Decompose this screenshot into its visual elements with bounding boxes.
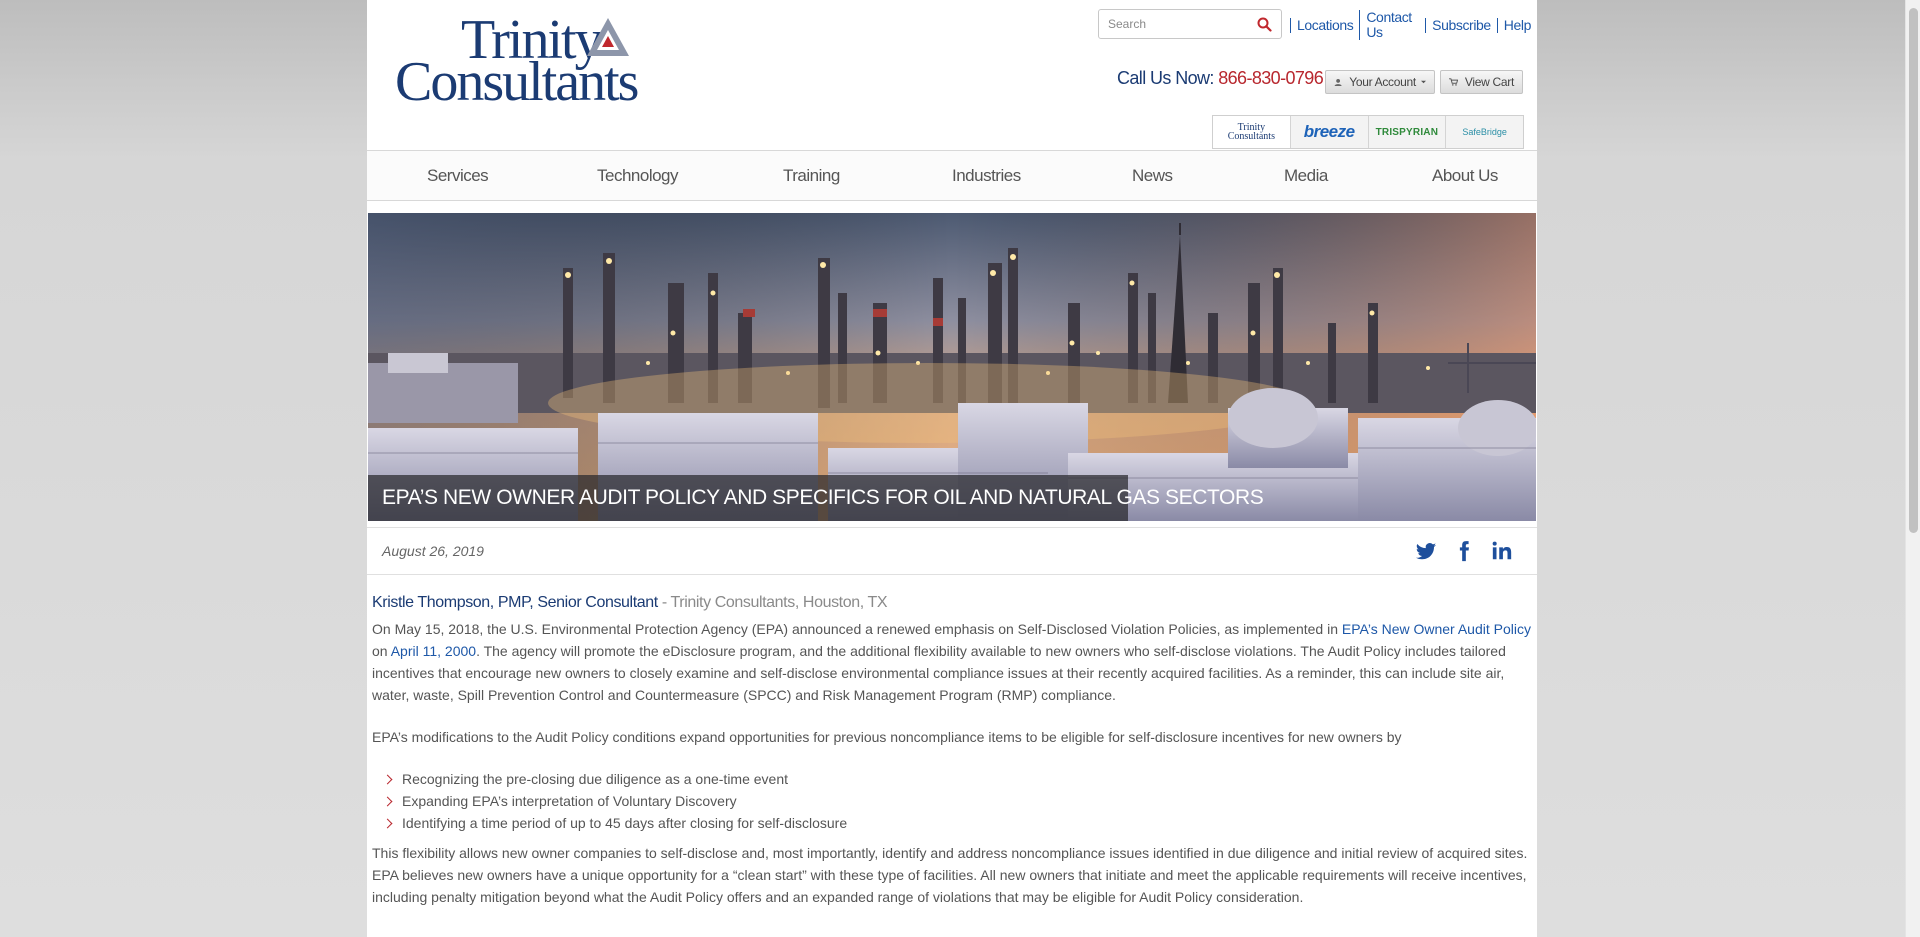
contact-us-link[interactable]: Contact Us: [1359, 10, 1425, 40]
page-container: Trinity Consultants Locations Contact Us…: [367, 0, 1537, 937]
search-box: [1098, 9, 1282, 39]
paragraph-2: EPA’s modifications to the Audit Policy …: [372, 729, 1402, 745]
april-11-2000-link[interactable]: April 11, 2000: [391, 643, 476, 659]
help-link[interactable]: Help: [1496, 17, 1537, 33]
nav-media[interactable]: Media: [1284, 166, 1328, 186]
your-account-label: Your Account: [1349, 75, 1416, 89]
cart-icon: [1449, 78, 1458, 86]
paragraph-1: On May 15, 2018, the U.S. Environmental …: [372, 618, 1532, 706]
brand-trinity-logo: Trinity Consultants: [1227, 122, 1275, 142]
brand-trispyrian-logo: TRISPYRIAN: [1375, 126, 1439, 138]
brand-trinity[interactable]: Trinity Consultants: [1213, 116, 1291, 148]
nav-training[interactable]: Training: [783, 166, 840, 186]
user-icon: [1334, 78, 1342, 86]
list-item: Recognizing the pre-closing due diligenc…: [372, 768, 1532, 790]
brand-switcher: Trinity Consultants breeze TRISPYRIAN Saf…: [1212, 115, 1524, 149]
nav-about-us[interactable]: About Us: [1432, 166, 1498, 186]
nav-industries[interactable]: Industries: [952, 166, 1021, 186]
view-cart-label: View Cart: [1464, 75, 1514, 89]
brand-trispyrian[interactable]: TRISPYRIAN: [1369, 116, 1447, 148]
view-cart-button[interactable]: View Cart: [1440, 70, 1523, 94]
bullet-list: Recognizing the pre-closing due diligenc…: [372, 768, 1532, 834]
brand-safebridge-logo: SafeBridge: [1462, 127, 1507, 137]
author-name: Kristle Thompson, PMP, Senior Consultant: [372, 594, 658, 611]
paragraph-3: This flexibility allows new owner compan…: [372, 845, 1528, 905]
article-date: August 26, 2019: [382, 543, 484, 559]
page-scrollbar[interactable]: [1905, 0, 1920, 937]
top-links: Locations Contact Us Subscribe Help: [1290, 10, 1537, 40]
p1-text-a: On May 15, 2018, the U.S. Environmental …: [372, 621, 1342, 637]
article-author: Kristle Thompson, PMP, Senior Consultant…: [372, 592, 1532, 614]
phone-number[interactable]: 866-830-0796: [1218, 68, 1324, 88]
linkedin-icon[interactable]: [1491, 540, 1515, 564]
article-body: Kristle Thompson, PMP, Senior Consultant…: [372, 592, 1532, 928]
facebook-icon[interactable]: [1453, 540, 1477, 564]
p1-text-c: . The agency will promote the eDisclosur…: [372, 643, 1506, 703]
p1-text-b: on: [372, 643, 391, 659]
subscribe-link[interactable]: Subscribe: [1425, 17, 1497, 33]
list-item: Expanding EPA’s interpretation of Volunt…: [372, 790, 1532, 812]
your-account-button[interactable]: Your Account: [1325, 70, 1435, 94]
hero-title: EPA’S NEW OWNER AUDIT POLICY AND SPECIFI…: [368, 475, 1264, 521]
list-item: Identifying a time period of up to 45 da…: [372, 812, 1532, 834]
call-us: Call Us Now: 866-830-0796: [1117, 68, 1324, 89]
nav-news[interactable]: News: [1132, 166, 1173, 186]
twitter-icon[interactable]: [1415, 540, 1439, 564]
author-org: - Trinity Consultants, Houston, TX: [657, 594, 888, 611]
brand-breeze-logo: breeze: [1303, 122, 1355, 141]
article-meta-bar: August 26, 2019: [367, 527, 1537, 575]
hero-banner: EPA’S NEW OWNER AUDIT POLICY AND SPECIFI…: [368, 213, 1536, 521]
call-us-label: Call Us Now:: [1117, 68, 1214, 88]
caret-down-icon: [1420, 80, 1426, 84]
locations-link[interactable]: Locations: [1290, 17, 1359, 33]
social-share: [1415, 540, 1515, 564]
nav-technology[interactable]: Technology: [597, 166, 679, 186]
trinity-logo[interactable]: Trinity Consultants: [395, 12, 639, 110]
new-owner-audit-policy-link[interactable]: EPA’s New Owner Audit Policy: [1342, 621, 1531, 637]
search-input[interactable]: [1099, 10, 1249, 38]
logo-line2: Consultants: [395, 51, 639, 113]
main-nav: Services Technology Training Industries …: [367, 150, 1537, 201]
scrollbar-thumb[interactable]: [1909, 8, 1918, 533]
nav-services[interactable]: Services: [427, 166, 489, 186]
brand-breeze[interactable]: breeze: [1291, 116, 1369, 148]
brand-safebridge[interactable]: SafeBridge: [1446, 116, 1523, 148]
search-icon[interactable]: [1257, 17, 1272, 37]
logo-triangle-icon: [587, 18, 629, 56]
